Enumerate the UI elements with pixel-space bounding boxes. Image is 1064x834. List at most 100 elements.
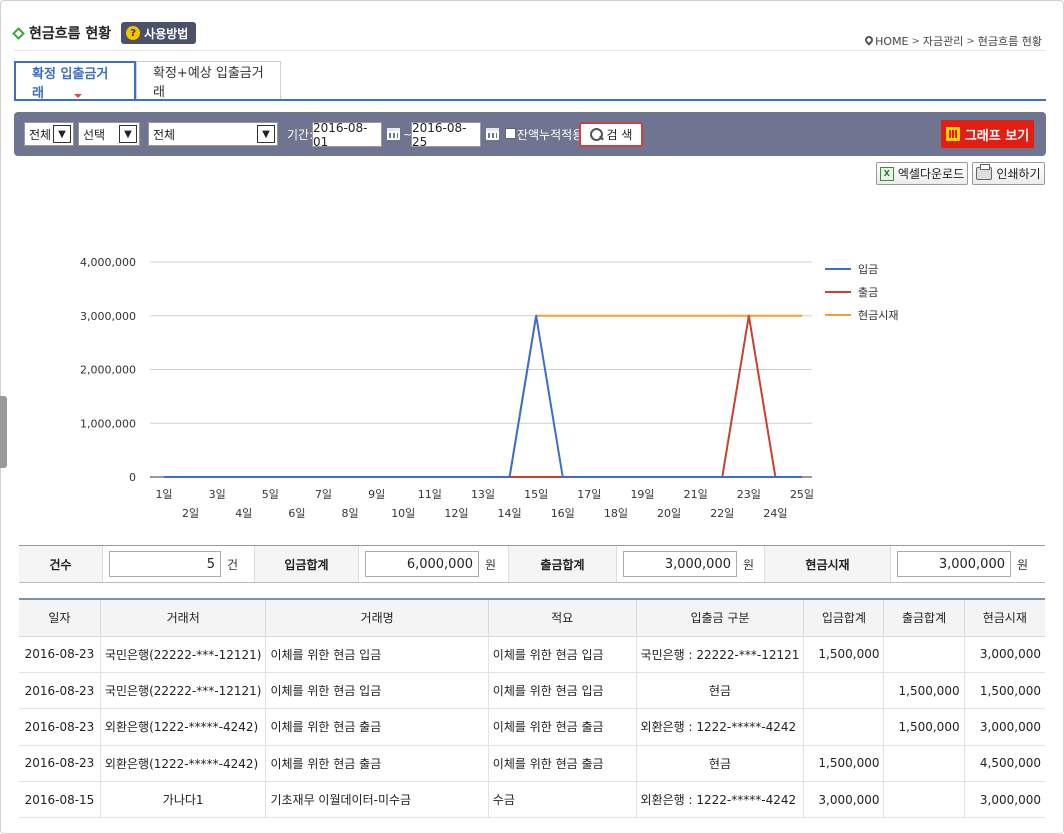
graph-button[interactable]: 그래프 보기	[941, 120, 1034, 148]
cash-label: 현금시재	[765, 546, 891, 582]
legend-label: 현금시재	[858, 309, 898, 322]
category-select[interactable]: 선택 ▼	[78, 122, 140, 146]
cell-io-type: 외환은행 : 1222-*****-4242	[635, 781, 805, 819]
col-io-type: 입출금 구분	[635, 599, 805, 637]
cell-date: 2016-08-23	[19, 744, 101, 783]
cell-memo: 이체를 위한 현금 출금	[487, 708, 637, 746]
x-tick-label: 22일	[710, 506, 734, 520]
x-tick-label: 10일	[391, 506, 415, 520]
page-title: 현금흐름 현황	[29, 26, 112, 42]
out-total-label: 출금합계	[509, 546, 617, 582]
x-tick-label: 19일	[630, 487, 654, 501]
cumulative-checkbox[interactable]	[505, 128, 516, 139]
chevron-right-icon: >	[911, 35, 920, 47]
x-tick-label: 4일	[235, 506, 252, 520]
cell-transaction-name: 이체를 위한 현금 출금	[265, 708, 489, 746]
date-to-input[interactable]: 2016-08-25	[411, 121, 481, 149]
chevron-right-icon: >	[966, 35, 975, 47]
table-row[interactable]: 2016-08-23 외환은행(1222-*****-4242) 이체를 위한 …	[19, 708, 1045, 746]
y-tick-label: 0	[129, 471, 136, 484]
count-unit: 건	[227, 557, 239, 572]
cell-counterparty: 국민은행(22222-***-12121)	[99, 635, 267, 673]
cell-memo: 수금	[487, 781, 637, 819]
cell-counterparty: 외환은행(1222-*****-4242)	[99, 744, 267, 783]
printer-icon	[976, 164, 993, 180]
cell-transaction-name: 이체를 위한 현금 출금	[265, 744, 489, 783]
col-transaction-name: 거래명	[265, 599, 489, 637]
table-row[interactable]: 2016-08-15 가나다1 기초재무 이월데이터-미수금 수금 외환은행 :…	[19, 781, 1045, 819]
in-total-value: 6,000,000	[365, 551, 479, 577]
table-row[interactable]: 2016-08-23 국민은행(22222-***-12121) 이체를 위한 …	[19, 635, 1045, 673]
summary-bar: 건수 5 건 입금합계 6,000,000 원 출금합계 3,000,000 원…	[19, 545, 1045, 583]
calendar-icon[interactable]	[387, 128, 400, 140]
x-tick-label: 14일	[498, 506, 522, 520]
cell-memo: 이체를 위한 현금 출금	[487, 744, 637, 783]
cell-memo: 이체를 위한 현금 입금	[487, 671, 637, 710]
x-tick-label: 13일	[471, 487, 495, 501]
tab-underline	[14, 99, 1046, 101]
type-select[interactable]: 전체 ▼	[24, 122, 74, 146]
filter-bar: 전체 ▼ 선택 ▼ 전체 ▼ 기간: 2016-08-01 ~ 2016-08-…	[14, 112, 1046, 156]
cell-date: 2016-08-23	[19, 635, 101, 673]
excel-download-button[interactable]: X 엑셀다운로드	[876, 162, 968, 185]
side-panel-handle[interactable]	[0, 396, 7, 468]
location-pin-icon	[865, 36, 873, 46]
breadcrumb-fund[interactable]: 자금관리	[923, 33, 963, 49]
print-button[interactable]: 인쇄하기	[972, 162, 1045, 185]
x-tick-label: 12일	[444, 506, 468, 520]
breadcrumb-current: 현금흐름 현황	[977, 35, 1042, 48]
search-button[interactable]: 검 색	[579, 122, 643, 147]
x-tick-label: 23일	[737, 487, 761, 501]
cell-transaction-name: 기초재무 이월데이터-미수금	[265, 781, 489, 819]
legend-label: 출금	[858, 286, 878, 299]
graph-label: 그래프 보기	[964, 128, 1030, 144]
col-cash: 현금시재	[963, 599, 1045, 637]
period-label: 기간:	[287, 128, 314, 142]
cell-cash: 3,000,000	[963, 781, 1045, 819]
x-tick-label: 11일	[418, 487, 442, 501]
x-tick-label: 15일	[524, 487, 548, 501]
excel-label: 엑셀다운로드	[897, 167, 965, 181]
tab-confirmed-expected[interactable]: 확정+예상 입출금거래	[136, 61, 281, 100]
table-row[interactable]: 2016-08-23 국민은행(22222-***-12121) 이체를 위한 …	[19, 671, 1045, 710]
account-select[interactable]: 전체 ▼	[148, 122, 278, 146]
account-select-value: 전체	[153, 127, 176, 142]
cell-io-type: 현금	[635, 671, 805, 710]
cash-flow-chart: 0 1,000,000 2,000,000 3,000,000 4,000,000 1일 2…	[80, 256, 898, 520]
cell-transaction-name: 이체를 위한 현금 입금	[265, 635, 489, 673]
y-tick-label: 1,000,000	[80, 417, 136, 430]
question-icon: ?	[126, 26, 141, 40]
cumulative-label: 잔액누적적용	[517, 128, 584, 142]
x-tick-label: 1일	[155, 487, 172, 501]
tab-confirmed[interactable]: 확정 입출금거래	[14, 61, 136, 101]
cell-date: 2016-08-23	[19, 671, 101, 710]
x-tick-label: 5일	[262, 487, 279, 501]
x-tick-label: 24일	[763, 506, 787, 520]
type-select-value: 전체	[29, 127, 52, 142]
cell-memo: 이체를 위한 현금 입금	[487, 635, 637, 673]
cell-out-total	[883, 781, 965, 819]
breadcrumb-home[interactable]: HOME	[875, 35, 908, 48]
count-cell: 5 건	[103, 546, 255, 582]
col-counterparty: 거래처	[99, 599, 267, 637]
chevron-down-icon: ▼	[257, 125, 275, 143]
cell-out-total: 1,500,000	[883, 708, 965, 746]
date-from-input[interactable]: 2016-08-01	[312, 121, 382, 149]
cell-counterparty: 가나다1	[99, 781, 267, 819]
search-label: 검 색	[606, 128, 633, 142]
transaction-table: 일자 거래처 거래명 적요 입출금 구분 입금합계 출금합계 현금시재 2016…	[19, 598, 1045, 819]
col-in-total: 입금합계	[803, 599, 885, 637]
series-line-2	[164, 314, 802, 478]
help-button[interactable]: ? 사용방법	[121, 22, 197, 44]
tab-bar: 확정 입출금거래 확정+예상 입출금거래	[14, 61, 281, 101]
cell-cash: 4,500,000	[963, 744, 1045, 783]
cell-io-type: 현금	[635, 744, 805, 783]
cell-io-type: 국민은행 : 22222-***-12121	[635, 635, 805, 673]
table-row[interactable]: 2016-08-23 외환은행(1222-*****-4242) 이체를 위한 …	[19, 744, 1045, 783]
cell-in-total: 1,500,000	[803, 635, 885, 673]
help-label: 사용방법	[144, 26, 189, 41]
series-line-3	[164, 314, 802, 478]
cell-cash: 1,500,000	[963, 671, 1045, 710]
cell-counterparty: 외환은행(1222-*****-4242)	[99, 708, 267, 746]
calendar-icon[interactable]	[486, 128, 499, 140]
